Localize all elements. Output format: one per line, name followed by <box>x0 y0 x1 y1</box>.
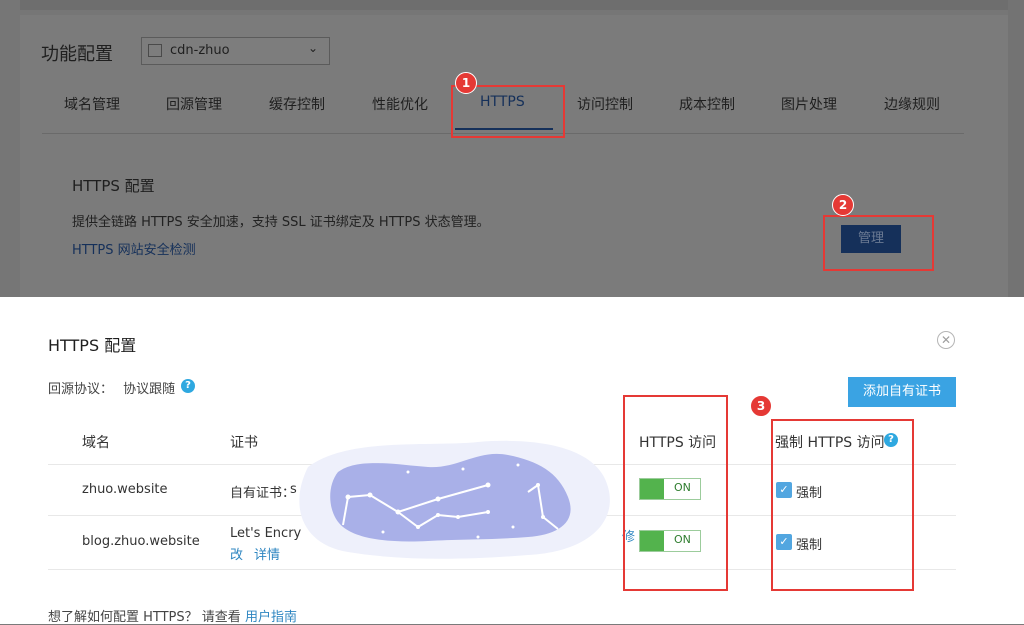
https-section-description: 提供全链路 HTTPS 安全加速，支持 SSL 证书绑定及 HTTPS 状态管理… <box>72 215 490 230</box>
feature-config-title: 功能配置 <box>41 44 113 65</box>
help-icon[interactable]: ? <box>181 379 195 393</box>
annotation-box-force-https <box>771 419 914 591</box>
domain-select[interactable]: cdn-zhuo ⌄ <box>141 37 330 65</box>
row-cert: 自有证书： <box>230 486 296 501</box>
annotation-badge-3: 3 <box>750 395 772 417</box>
origin-protocol-label: 回源协议： <box>48 382 114 397</box>
row-domain: zhuo.website <box>82 482 168 497</box>
https-config-modal: HTTPS 配置 ✕ 回源协议： 协议跟随 ? 添加自有证书 域名 证书 HTT… <box>0 297 1024 625</box>
cert-edit-link[interactable]: 改 <box>230 544 243 563</box>
add-own-cert-button[interactable]: 添加自有证书 <box>848 377 956 407</box>
annotation-badge-2: 2 <box>832 194 854 216</box>
annotation-box-https-access <box>623 395 728 591</box>
chevron-down-icon: ⌄ <box>308 41 319 55</box>
cert-details-link[interactable]: 详情 <box>254 544 280 563</box>
origin-protocol: 回源协议： 协议跟随 <box>48 378 175 397</box>
scrollbar-track[interactable] <box>1008 0 1024 297</box>
annotation-box-manage <box>823 215 934 271</box>
https-security-check-link[interactable]: HTTPS 网站安全检测 <box>72 239 196 258</box>
column-header-domain: 域名 <box>82 435 110 451</box>
https-section-title: HTTPS 配置 <box>72 177 155 195</box>
tab-access-control[interactable]: 访问控制 <box>577 94 633 114</box>
help-footer: 想了解如何配置 HTTPS？ 请查看 用户指南 <box>48 606 297 625</box>
tab-edge-rules[interactable]: 边缘规则 <box>884 94 940 114</box>
tab-origin-management[interactable]: 回源管理 <box>166 94 222 114</box>
top-panel-strip <box>20 0 1008 10</box>
origin-protocol-value: 协议跟随 <box>123 382 176 397</box>
help-footer-text: 想了解如何配置 HTTPS？ 请查看 <box>48 610 241 625</box>
column-header-cert: 证书 <box>230 435 258 451</box>
domain-icon <box>148 44 162 57</box>
tab-cost-control[interactable]: 成本控制 <box>679 94 735 114</box>
tab-domain-management[interactable]: 域名管理 <box>64 94 120 114</box>
row-domain: blog.zhuo.website <box>82 534 200 549</box>
tab-image-processing[interactable]: 图片处理 <box>781 94 837 114</box>
user-guide-link[interactable]: 用户指南 <box>245 610 297 625</box>
tab-cache-control[interactable]: 缓存控制 <box>269 94 325 114</box>
tab-performance[interactable]: 性能优化 <box>372 94 428 114</box>
domain-select-value: cdn-zhuo <box>170 43 230 58</box>
loading-illustration <box>299 440 610 559</box>
annotation-badge-1: 1 <box>455 72 477 94</box>
modal-title: HTTPS 配置 <box>48 336 137 355</box>
close-icon[interactable]: ✕ <box>937 331 955 349</box>
